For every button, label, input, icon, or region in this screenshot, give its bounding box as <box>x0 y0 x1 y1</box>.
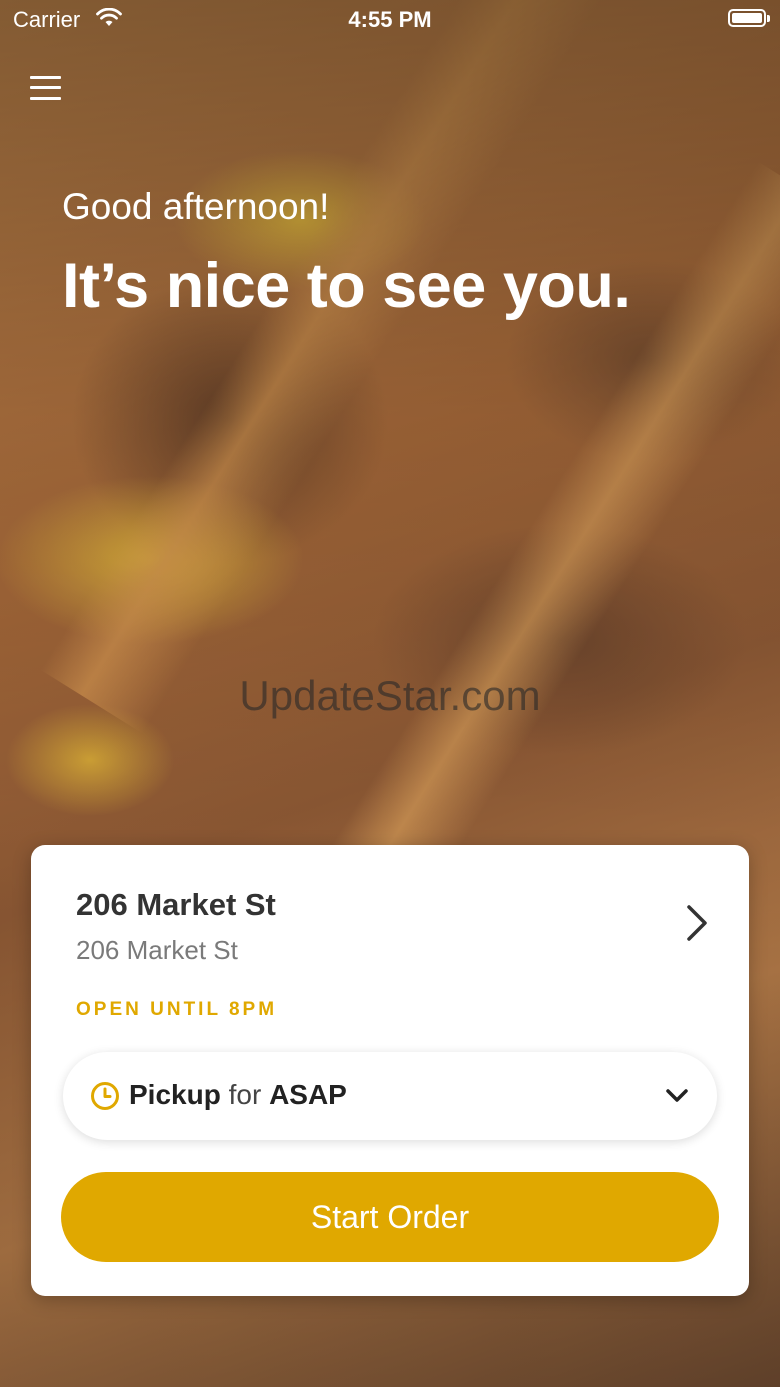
order-mode-selector[interactable]: Pickup for ASAP <box>63 1052 717 1140</box>
chevron-down-icon <box>666 1089 688 1102</box>
order-mode-text: Pickup for ASAP <box>129 1079 347 1111</box>
battery-icon <box>728 9 770 27</box>
clock-time: 4:55 PM <box>348 7 432 32</box>
clock-icon <box>91 1082 119 1110</box>
open-status-label: OPEN UNTIL 8PM <box>76 999 278 1020</box>
hamburger-menu-icon[interactable] <box>30 72 62 104</box>
order-mode-value: Pickup <box>129 1079 221 1110</box>
status-bar: Carrier 4:55 PM <box>0 0 780 40</box>
location-card: 206 Market St 206 Market St OPEN UNTIL 8… <box>31 845 749 1296</box>
location-address: 206 Market St <box>76 935 238 965</box>
order-time-value: ASAP <box>269 1079 347 1110</box>
chevron-right-icon[interactable] <box>683 903 711 943</box>
welcome-headline: It’s nice to see you. <box>62 251 631 321</box>
start-order-button[interactable]: Start Order <box>61 1172 719 1262</box>
greeting-line: Good afternoon! <box>62 186 330 227</box>
watermark: UpdateStar.com <box>239 672 541 719</box>
location-name[interactable]: 206 Market St <box>76 887 276 923</box>
order-mode-connector: for <box>228 1079 262 1110</box>
